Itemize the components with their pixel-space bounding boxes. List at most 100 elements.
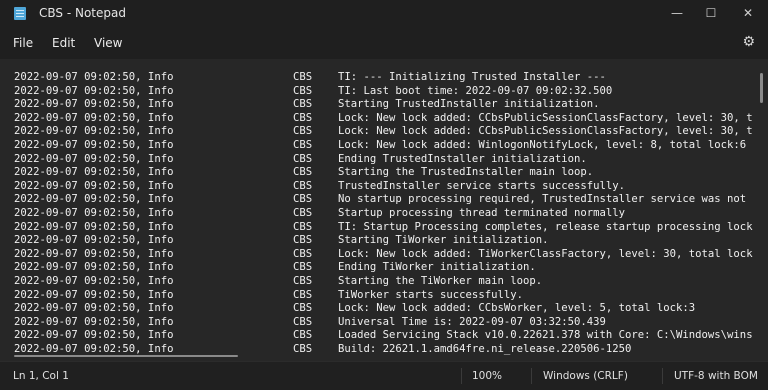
log-date: 2022-09-07 09:02:50, Info xyxy=(14,234,174,247)
log-line: 2022-09-07 09:02:50, Info CBS Starting the… xyxy=(14,275,754,289)
log-source: CBS xyxy=(293,288,313,301)
minimize-button[interactable]: — xyxy=(660,0,694,27)
log-source: CBS xyxy=(293,329,313,342)
log-date: 2022-09-07 09:02:50, Info xyxy=(14,247,174,260)
log-message: Starting the TrustedInstaller main loop. xyxy=(338,166,594,179)
log-message: TI: --- Initializing Trusted Installer -… xyxy=(338,71,606,83)
log-source: CBS xyxy=(293,98,313,111)
log-line: 2022-09-07 09:02:50, Info CBS Lock: New lo… xyxy=(14,112,754,126)
log-date: 2022-09-07 09:02:50, Info xyxy=(14,261,174,274)
log-date: 2022-09-07 09:02:50, Info xyxy=(14,315,174,328)
log-source: CBS xyxy=(293,179,313,192)
log-source: CBS xyxy=(293,166,313,179)
log-text[interactable]: 2022-09-07 09:02:50, Info CBS TI: --- Init… xyxy=(14,71,754,359)
log-message: Lock: New lock added: CCbsWorker, level:… xyxy=(338,302,696,315)
log-line: 2022-09-07 09:02:50, Info CBS Lock: New lo… xyxy=(14,302,754,316)
log-message: Starting TrustedInstaller initialization… xyxy=(338,98,600,111)
log-line: 2022-09-07 09:02:50, Info CBS Lock: New lo… xyxy=(14,248,754,262)
log-source: CBS xyxy=(293,152,313,165)
log-date: 2022-09-07 09:02:50, Info xyxy=(14,71,174,83)
close-button[interactable]: ✕ xyxy=(731,0,765,27)
log-message: Universal Time is: 2022-09-07 03:32:50.4… xyxy=(338,315,606,328)
log-date: 2022-09-07 09:02:50, Info xyxy=(14,179,174,192)
log-line: 2022-09-07 09:02:50, Info CBS Ending Trust… xyxy=(14,153,754,167)
log-date: 2022-09-07 09:02:50, Info xyxy=(14,84,174,97)
log-date: 2022-09-07 09:02:50, Info xyxy=(14,125,174,138)
log-source: CBS xyxy=(293,274,313,287)
log-message: TI: Startup Processing completes, releas… xyxy=(338,220,753,233)
menu-bar: File Edit View ⚙ xyxy=(0,27,768,59)
log-message: Ending TrustedInstaller initialization. xyxy=(338,152,587,165)
menu-file[interactable]: File xyxy=(13,36,33,50)
log-line: 2022-09-07 09:02:50, Info CBS TiWorker sta… xyxy=(14,289,754,303)
log-date: 2022-09-07 09:02:50, Info xyxy=(14,288,174,301)
log-line: 2022-09-07 09:02:50, Info CBS TI: Last boo… xyxy=(14,85,754,99)
log-date: 2022-09-07 09:02:50, Info xyxy=(14,111,174,124)
log-source: CBS xyxy=(293,247,313,260)
log-date: 2022-09-07 09:02:50, Info xyxy=(14,220,174,233)
log-message: Lock: New lock added: CCbsPublicSessionC… xyxy=(338,111,753,124)
log-source: CBS xyxy=(293,111,313,124)
log-message: Starting TiWorker initialization. xyxy=(338,234,549,247)
log-line: 2022-09-07 09:02:50, Info CBS Starting TiW… xyxy=(14,234,754,248)
log-source: CBS xyxy=(293,302,313,315)
log-line: 2022-09-07 09:02:50, Info CBS TI: Startup … xyxy=(14,221,754,235)
status-divider xyxy=(461,368,462,384)
title-bar: CBS - Notepad — ☐ ✕ xyxy=(0,0,768,27)
log-source: CBS xyxy=(293,138,313,151)
status-divider xyxy=(662,368,663,384)
log-date: 2022-09-07 09:02:50, Info xyxy=(14,302,174,315)
log-source: CBS xyxy=(293,206,313,219)
log-line: 2022-09-07 09:02:50, Info CBS Starting Tru… xyxy=(14,98,754,112)
maximize-button[interactable]: ☐ xyxy=(694,0,728,27)
log-message: Build: 22621.1.amd64fre.ni_release.22050… xyxy=(338,342,632,355)
log-line: 2022-09-07 09:02:50, Info CBS TrustedInsta… xyxy=(14,180,754,194)
log-message: Lock: New lock added: CCbsPublicSessionC… xyxy=(338,125,753,138)
vertical-scrollbar[interactable] xyxy=(760,73,763,103)
log-date: 2022-09-07 09:02:50, Info xyxy=(14,98,174,111)
log-source: CBS xyxy=(293,193,313,206)
zoom-level: 100% xyxy=(472,370,503,382)
log-message: TrustedInstaller service starts successf… xyxy=(338,179,626,192)
log-message: TiWorker starts successfully. xyxy=(338,288,523,301)
log-line: 2022-09-07 09:02:50, Info CBS Startup proc… xyxy=(14,207,754,221)
log-line: 2022-09-07 09:02:50, Info CBS TI: --- Init… xyxy=(14,71,754,85)
log-message: Lock: New lock added: WinlogonNotifyLock… xyxy=(338,138,747,151)
menu-view[interactable]: View xyxy=(94,36,122,50)
log-source: CBS xyxy=(293,84,313,97)
status-divider xyxy=(531,368,532,384)
log-date: 2022-09-07 09:02:50, Info xyxy=(14,193,174,206)
log-message: No startup processing required, TrustedI… xyxy=(338,193,747,206)
log-message: Starting the TiWorker main loop. xyxy=(338,274,543,287)
horizontal-scrollbar[interactable] xyxy=(14,355,238,357)
log-line: 2022-09-07 09:02:50, Info CBS Loaded Servi… xyxy=(14,329,754,343)
log-line: 2022-09-07 09:02:50, Info CBS Starting the… xyxy=(14,166,754,180)
log-source: CBS xyxy=(293,234,313,247)
log-source: CBS xyxy=(293,261,313,274)
log-message: Startup processing thread terminated nor… xyxy=(338,206,626,219)
log-line: 2022-09-07 09:02:50, Info CBS Lock: New lo… xyxy=(14,139,754,153)
log-message: Ending TiWorker initialization. xyxy=(338,261,536,274)
log-date: 2022-09-07 09:02:50, Info xyxy=(14,329,174,342)
log-message: TI: Last boot time: 2022-09-07 09:02:32.… xyxy=(338,84,613,97)
text-editor[interactable]: 2022-09-07 09:02:50, Info CBS TI: --- Init… xyxy=(0,59,768,361)
log-source: CBS xyxy=(293,315,313,328)
cursor-position: Ln 1, Col 1 xyxy=(13,370,69,382)
log-message: Loaded Servicing Stack v10.0.22621.378 w… xyxy=(338,329,753,342)
encoding: UTF-8 with BOM xyxy=(674,370,758,382)
log-line: 2022-09-07 09:02:50, Info CBS Lock: New lo… xyxy=(14,125,754,139)
log-source: CBS xyxy=(293,220,313,233)
log-date: 2022-09-07 09:02:50, Info xyxy=(14,152,174,165)
log-date: 2022-09-07 09:02:50, Info xyxy=(14,166,174,179)
window-title: CBS - Notepad xyxy=(39,6,126,20)
log-source: CBS xyxy=(293,342,313,355)
menu-edit[interactable]: Edit xyxy=(52,36,75,50)
notepad-icon xyxy=(14,7,26,20)
log-line: 2022-09-07 09:02:50, Info CBS Universal Ti… xyxy=(14,316,754,330)
log-date: 2022-09-07 09:02:50, Info xyxy=(14,138,174,151)
log-line: 2022-09-07 09:02:50, Info CBS No startup p… xyxy=(14,193,754,207)
log-source: CBS xyxy=(293,125,313,138)
gear-icon[interactable]: ⚙ xyxy=(742,34,755,50)
log-date: 2022-09-07 09:02:50, Info xyxy=(14,274,174,287)
line-endings: Windows (CRLF) xyxy=(543,370,628,382)
